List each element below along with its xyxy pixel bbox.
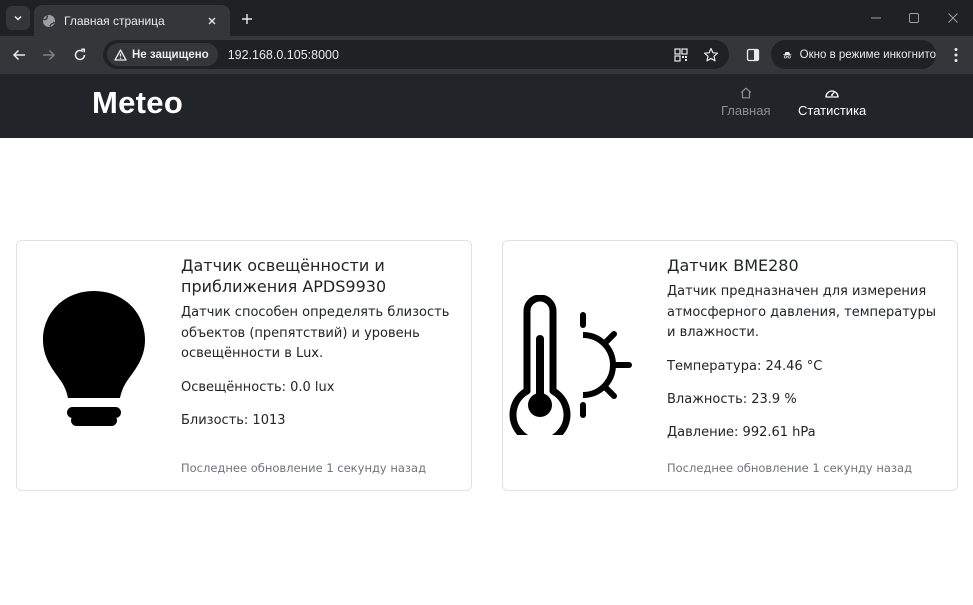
card-body: Датчик освещённости и приближения APDS99… xyxy=(181,255,457,431)
tab-title: Главная страница xyxy=(64,13,165,28)
more-vertical-icon xyxy=(954,48,958,62)
plus-icon xyxy=(242,14,252,24)
close-icon xyxy=(948,13,958,23)
sensor-card-apds9930: Датчик освещённости и приближения APDS99… xyxy=(16,240,472,491)
nav-label-statistics: Статистика xyxy=(798,103,867,118)
side-panel-button[interactable] xyxy=(741,43,765,67)
globe-icon xyxy=(42,14,56,28)
browser-tabstrip: Главная страница xyxy=(0,0,973,36)
thermometer-sun-icon xyxy=(509,295,632,435)
site-brand[interactable]: Meteo xyxy=(92,85,183,121)
maximize-icon xyxy=(909,13,919,23)
last-updated-text: Последнее обновление 1 секунду назад xyxy=(667,461,913,475)
incognito-label: Окно в режиме инкогнито xyxy=(799,48,936,61)
arrow-left-icon xyxy=(12,49,25,61)
minimize-icon xyxy=(871,17,881,19)
bookmark-star-icon[interactable] xyxy=(699,43,723,67)
browser-menu-button[interactable] xyxy=(946,43,966,67)
last-updated-text: Последнее обновление 1 секунду назад xyxy=(181,461,427,475)
site-info-chip[interactable]: Не защищено xyxy=(107,43,218,66)
incognito-icon xyxy=(783,51,792,58)
reload-icon xyxy=(74,48,86,61)
speedometer-icon xyxy=(825,90,839,98)
site-header: Meteo Главная Статистика xyxy=(0,74,973,138)
proximity-value: Близость: 1013 xyxy=(181,412,286,428)
back-button[interactable] xyxy=(7,43,31,67)
qr-code-icon[interactable] xyxy=(669,43,693,67)
nav-label-home: Главная xyxy=(721,103,771,118)
close-tab-icon[interactable] xyxy=(204,13,220,29)
nav-item-home[interactable]: Главная xyxy=(721,86,770,118)
temperature-value: Температура: 24.46 °C xyxy=(667,358,823,374)
reload-button[interactable] xyxy=(68,43,92,67)
humidity-value: Влажность: 23.9 % xyxy=(667,391,797,407)
browser-tab[interactable]: Главная страница xyxy=(34,5,230,36)
arrow-right-icon xyxy=(43,49,56,61)
illuminance-value: Освещённость: 0.0 lux xyxy=(181,379,335,395)
nav-item-statistics[interactable]: Статистика xyxy=(798,86,866,118)
incognito-indicator[interactable]: Окно в режиме инкогнито xyxy=(771,40,936,69)
chevron-down-icon xyxy=(14,15,22,21)
forward-button[interactable] xyxy=(37,43,61,67)
lightbulb-icon xyxy=(43,291,145,426)
security-label: Не защищено xyxy=(132,48,209,61)
url-text[interactable]: 192.168.0.105:8000 xyxy=(228,48,669,62)
browser-toolbar: Не защищено 192.168.0.105:8000 Окно в ре… xyxy=(0,36,973,74)
card-title: Датчик BME280 xyxy=(667,256,799,275)
home-icon xyxy=(740,87,751,99)
warning-icon xyxy=(114,48,127,61)
maximize-window-button[interactable] xyxy=(900,6,928,30)
close-window-button[interactable] xyxy=(939,6,967,30)
card-description: Датчик предназначен для измерения атмосф… xyxy=(667,284,937,340)
pressure-value: Давление: 992.61 hPa xyxy=(667,424,816,440)
minimize-window-button[interactable] xyxy=(862,6,890,30)
tab-search-button[interactable] xyxy=(6,6,30,30)
side-panel-icon xyxy=(746,48,760,62)
card-body: Датчик BME280 Датчик предназначен для из… xyxy=(667,255,943,443)
page-viewport: Meteo Главная Статистика Датчик освещённ… xyxy=(0,74,973,605)
card-description: Датчик способен определять близость объе… xyxy=(181,305,450,361)
new-tab-button[interactable] xyxy=(236,8,258,30)
sensor-card-bme280: Датчик BME280 Датчик предназначен для из… xyxy=(502,240,958,491)
address-bar[interactable]: Не защищено 192.168.0.105:8000 xyxy=(103,40,729,69)
card-title: Датчик освещённости и приближения APDS99… xyxy=(181,256,387,296)
